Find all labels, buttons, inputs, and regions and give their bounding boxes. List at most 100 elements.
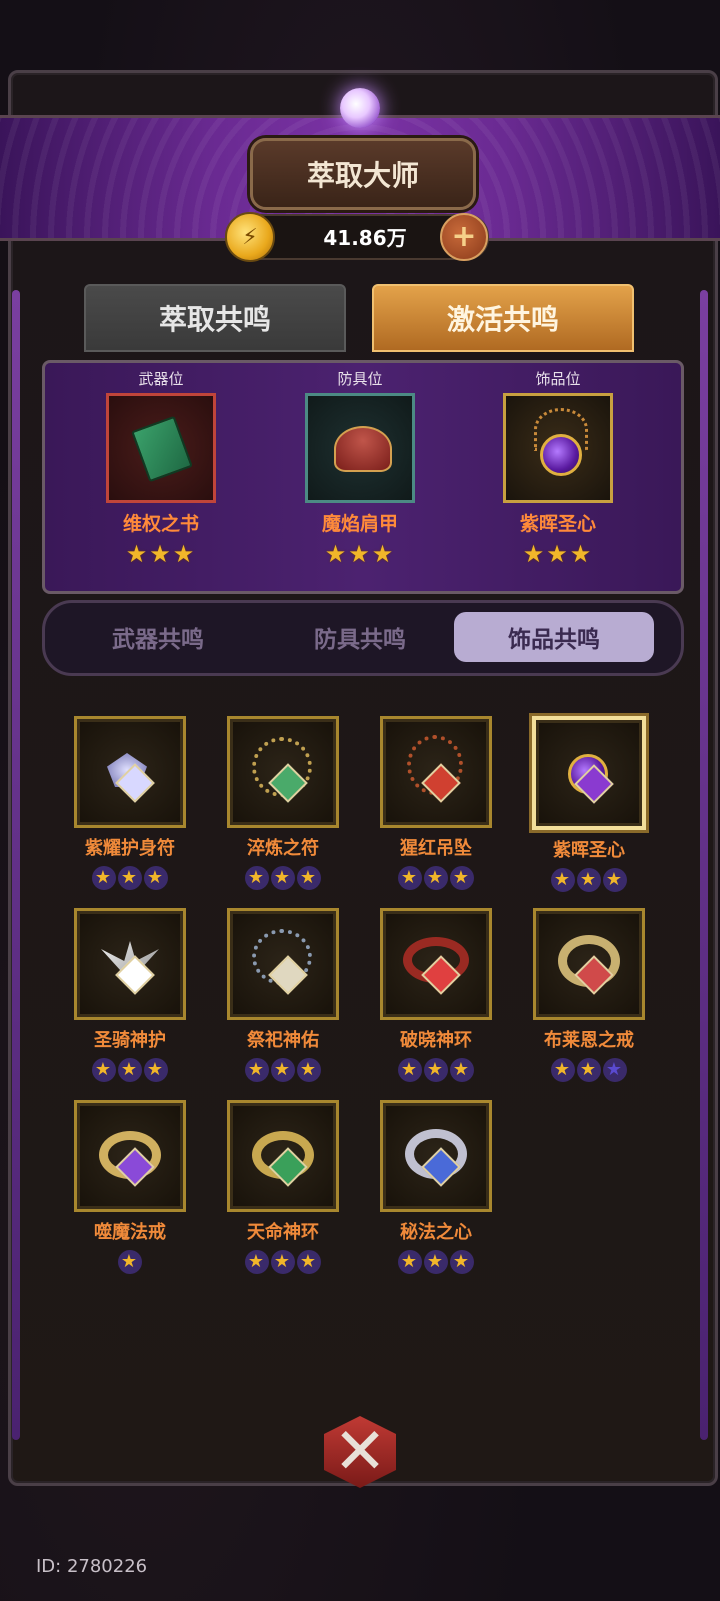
- accessory-item[interactable]: 噬魔法戒 ★: [60, 1100, 200, 1274]
- slot-accessory-box[interactable]: [503, 393, 613, 503]
- accessory-item[interactable]: 布莱恩之戒 ★ ★ ★: [519, 908, 659, 1082]
- slot-weapon[interactable]: 武器位 维权之书 ★★★: [86, 368, 236, 568]
- item-slot[interactable]: [227, 908, 339, 1020]
- accessory-item[interactable]: 圣骑神护 ★ ★ ★: [60, 908, 200, 1082]
- star-icon: ★: [424, 866, 448, 890]
- item-stars: ★ ★ ★: [213, 864, 353, 890]
- accessory-item[interactable]: 紫晖圣心 ★ ★ ★: [519, 716, 659, 892]
- slot-weapon-box[interactable]: [106, 393, 216, 503]
- star-icon: ★: [577, 868, 601, 892]
- tab-accessory-resonance[interactable]: 饰品共鸣: [454, 612, 654, 662]
- slot-armor[interactable]: 防具位 魔焰肩甲 ★★★: [285, 368, 435, 568]
- item-slot[interactable]: [74, 1100, 186, 1212]
- item-name: 淬炼之符: [247, 838, 319, 859]
- star-icon: ★: [450, 866, 474, 890]
- item-name: 猩红吊坠: [400, 838, 472, 859]
- item-slot[interactable]: [380, 716, 492, 828]
- star-icon: ★: [450, 1058, 474, 1082]
- star-icon: ★: [92, 866, 116, 890]
- tab-weapon-resonance[interactable]: 武器共鸣: [58, 612, 258, 662]
- right-border-accent: [700, 290, 708, 1440]
- close-icon: ✕: [333, 1415, 387, 1489]
- tab-activate-resonance[interactable]: 激活共鸣: [372, 284, 634, 352]
- item-name: 秘法之心: [400, 1222, 472, 1243]
- item-stars: ★ ★ ★: [366, 1056, 506, 1082]
- star-icon: ★: [245, 866, 269, 890]
- star-icon: ★: [551, 868, 575, 892]
- star-icon: ★: [245, 1250, 269, 1274]
- accessory-item[interactable]: 破晓神环 ★ ★ ★: [366, 908, 506, 1082]
- add-currency-button[interactable]: +: [440, 213, 488, 261]
- item-stars: ★ ★ ★: [60, 1056, 200, 1082]
- accessory-item[interactable]: 天命神环 ★ ★ ★: [213, 1100, 353, 1274]
- slot-label: 饰品位: [535, 370, 581, 388]
- item-slot[interactable]: [380, 1100, 492, 1212]
- slot-armor-box[interactable]: [305, 393, 415, 503]
- coin-icon: ⚡: [225, 212, 275, 262]
- item-stars: ★ ★ ★: [213, 1056, 353, 1082]
- star-icon: ★: [118, 1250, 142, 1274]
- item-slot[interactable]: [74, 716, 186, 828]
- item-slot[interactable]: [74, 908, 186, 1020]
- item-name: 天命神环: [247, 1222, 319, 1243]
- star-icon: ★: [118, 1058, 142, 1082]
- tab-armor-resonance[interactable]: 防具共鸣: [260, 612, 460, 662]
- star-icon: ★: [297, 866, 321, 890]
- item-name: 紫晖圣心: [553, 840, 625, 861]
- left-border-accent: [12, 290, 20, 1440]
- slot-item-name: 紫晖圣心: [519, 513, 596, 535]
- book-icon: [131, 415, 193, 483]
- accessory-item[interactable]: 祭祀神佑 ★ ★ ★: [213, 908, 353, 1082]
- star-icon: ★: [144, 866, 168, 890]
- item-slot[interactable]: [533, 908, 645, 1020]
- item-stars: ★ ★ ★: [519, 866, 659, 892]
- item-stars: ★ ★ ★: [60, 864, 200, 890]
- item-name: 紫耀护身符: [85, 838, 175, 859]
- star-icon: ★: [398, 1058, 422, 1082]
- star-icon: ★: [271, 1250, 295, 1274]
- item-name: 噬魔法戒: [94, 1222, 166, 1243]
- item-stars: ★: [60, 1248, 200, 1274]
- slot-stars: ★★★: [522, 540, 594, 568]
- item-slot[interactable]: [227, 716, 339, 828]
- star-icon: ★: [297, 1058, 321, 1082]
- slot-label: 武器位: [138, 370, 184, 388]
- item-stars: ★ ★ ★: [366, 1248, 506, 1274]
- slot-item-name: 魔焰肩甲: [321, 513, 398, 535]
- slot-stars: ★★★: [324, 540, 396, 568]
- star-icon: ★: [398, 1250, 422, 1274]
- item-name: 破晓神环: [400, 1030, 472, 1051]
- star-icon: ★: [398, 866, 422, 890]
- item-slot[interactable]: [532, 716, 646, 830]
- star-icon: ★: [92, 1058, 116, 1082]
- star-icon: ★: [450, 1250, 474, 1274]
- star-icon: ★: [144, 1058, 168, 1082]
- slot-item-name: 维权之书: [122, 513, 199, 535]
- currency-value: 41.86万: [323, 226, 407, 250]
- star-icon: ★: [424, 1250, 448, 1274]
- item-slot[interactable]: [380, 908, 492, 1020]
- star-icon: ★: [297, 1250, 321, 1274]
- star-icon: ★: [271, 866, 295, 890]
- accessory-item[interactable]: 淬炼之符 ★ ★ ★: [213, 716, 353, 890]
- accessory-item[interactable]: 猩红吊坠 ★ ★ ★: [366, 716, 506, 890]
- item-stars: ★ ★ ★: [213, 1248, 353, 1274]
- star-icon: ★: [577, 1058, 601, 1082]
- accessory-item[interactable]: 紫耀护身符 ★ ★ ★: [60, 716, 200, 890]
- star-icon: ★: [603, 1058, 627, 1082]
- star-icon: ★: [271, 1058, 295, 1082]
- amulet-icon: [540, 434, 582, 476]
- item-name: 布莱恩之戒: [544, 1030, 634, 1051]
- crystal-orb-icon: [340, 88, 380, 128]
- item-name: 祭祀神佑: [247, 1030, 319, 1051]
- star-icon: ★: [424, 1058, 448, 1082]
- shoulder-armor-icon: [334, 426, 392, 472]
- tab-extract-resonance[interactable]: 萃取共鸣: [84, 284, 346, 352]
- player-id: ID: 2780226: [36, 1556, 148, 1577]
- accessory-item[interactable]: 秘法之心 ★ ★ ★: [366, 1100, 506, 1274]
- star-icon: ★: [551, 1058, 575, 1082]
- star-icon: ★: [118, 866, 142, 890]
- slot-accessory[interactable]: 饰品位 紫晖圣心 ★★★: [483, 368, 633, 568]
- close-button[interactable]: ✕: [318, 1410, 402, 1494]
- item-slot[interactable]: [227, 1100, 339, 1212]
